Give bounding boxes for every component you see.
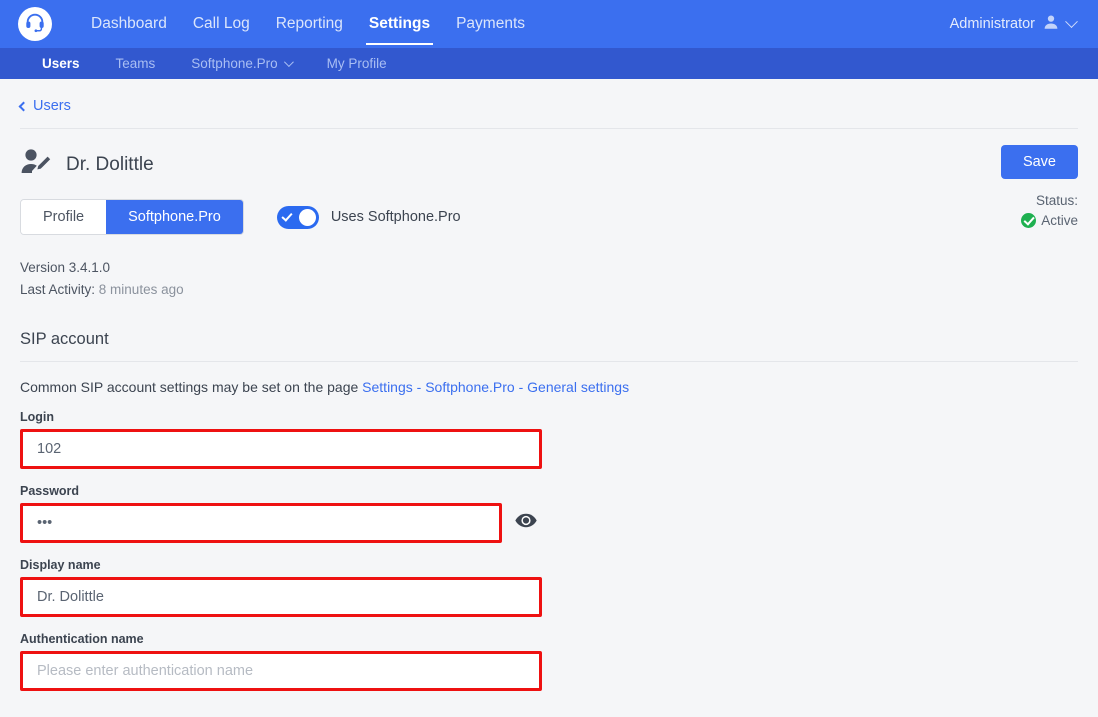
toggle-label: Uses Softphone.Pro	[330, 209, 461, 225]
subnav-label: Teams	[115, 56, 156, 71]
chevron-down-icon	[283, 57, 294, 68]
page-title: Dr. Dolittle	[66, 153, 154, 175]
nav-item-settings[interactable]: Settings	[356, 0, 443, 48]
check-icon	[281, 210, 293, 222]
last-activity-value: 8 minutes ago	[98, 281, 184, 297]
nav-label: Settings	[368, 15, 431, 32]
nav-label: Call Log	[192, 15, 250, 32]
divider	[20, 361, 1078, 363]
field-login: Login	[20, 410, 1078, 470]
user-header: Dr. Dolittle Save Status: Active	[20, 129, 1078, 228]
page-content: Users Dr. Dolittle Save Status: Active P…	[0, 79, 1098, 692]
subnav-item-my-profile[interactable]: My Profile	[309, 56, 405, 71]
nav-item-payments[interactable]: Payments	[443, 0, 538, 48]
check-circle-icon	[1021, 212, 1037, 228]
nav-label: Dashboard	[91, 15, 167, 32]
field-display-name: Display name	[20, 558, 1078, 618]
uses-softphone-toggle[interactable]	[276, 205, 319, 229]
user-identity: Dr. Dolittle	[20, 147, 154, 182]
main-nav: Dashboard Call Log Reporting Settings Pa…	[78, 0, 538, 48]
field-authentication-name: Authentication name	[20, 632, 1078, 692]
nav-label: Reporting	[275, 15, 343, 32]
subnav-label: My Profile	[326, 56, 387, 71]
status-value-row: Active	[1021, 211, 1078, 231]
login-input[interactable]	[20, 429, 542, 470]
toggle-knob	[298, 208, 316, 226]
chevron-down-icon	[1065, 14, 1078, 28]
nav-item-call-log[interactable]: Call Log	[180, 0, 263, 48]
last-activity-row: Last Activity: 8 minutes ago	[20, 279, 1078, 301]
version-label: Version 3.4.1.0	[20, 260, 111, 275]
authentication-name-input[interactable]	[20, 651, 542, 692]
display-name-input[interactable]	[20, 577, 542, 618]
user-edit-icon	[20, 147, 52, 182]
breadcrumb-back-to-users[interactable]: Users	[18, 79, 71, 128]
status-label: Status:	[1035, 193, 1078, 208]
tab-softphone-pro[interactable]: Softphone.Pro	[106, 200, 243, 234]
field-label: Password	[20, 484, 80, 499]
field-label: Display name	[20, 558, 101, 573]
user-icon	[1042, 13, 1060, 35]
account-menu[interactable]: Administrator	[950, 13, 1080, 35]
sub-navigation-bar: Users Teams Softphone.Pro My Profile	[0, 48, 1098, 79]
sip-helper-text: Common SIP account settings may be set o…	[20, 379, 1078, 395]
subnav-item-users[interactable]: Users	[24, 56, 98, 71]
breadcrumb-label: Users	[33, 98, 71, 114]
tabs-row: Profile Softphone.Pro Uses Softphone.Pro	[20, 199, 1078, 235]
subnav-item-teams[interactable]: Teams	[98, 56, 174, 71]
nav-item-reporting[interactable]: Reporting	[263, 0, 356, 48]
tab-profile[interactable]: Profile	[21, 200, 107, 234]
tab-group: Profile Softphone.Pro	[20, 199, 244, 235]
account-label: Administrator	[949, 16, 1035, 32]
field-label: Authentication name	[20, 632, 144, 647]
subnav-item-softphone-pro[interactable]: Softphone.Pro	[173, 56, 308, 71]
top-navigation-bar: Dashboard Call Log Reporting Settings Pa…	[0, 0, 1098, 48]
chevron-left-icon	[18, 101, 29, 111]
uses-softphone-toggle-wrap: Uses Softphone.Pro	[276, 205, 461, 229]
version-info: Version 3.4.1.0 Last Activity: 8 minutes…	[20, 257, 1078, 300]
save-button[interactable]: Save	[1000, 145, 1078, 179]
headset-icon	[24, 11, 46, 38]
password-input[interactable]	[20, 503, 502, 544]
status-value: Active	[1041, 212, 1078, 228]
last-activity-label: Last Activity:	[20, 281, 96, 297]
nav-item-dashboard[interactable]: Dashboard	[78, 0, 180, 48]
subnav-label: Softphone.Pro	[191, 56, 278, 71]
password-row	[20, 503, 1078, 544]
eye-icon[interactable]	[514, 512, 538, 534]
field-label: Login	[20, 410, 55, 425]
helper-text: Common SIP account settings may be set o…	[20, 379, 363, 396]
app-logo[interactable]	[18, 7, 52, 41]
status-badge: Status: Active	[1021, 191, 1078, 230]
general-settings-link[interactable]: Settings - Softphone.Pro - General setti…	[362, 379, 629, 395]
field-password: Password	[20, 484, 1078, 544]
nav-label: Payments	[456, 15, 525, 32]
section-title-sip-account: SIP account	[20, 330, 109, 349]
subnav-label: Users	[42, 56, 80, 71]
